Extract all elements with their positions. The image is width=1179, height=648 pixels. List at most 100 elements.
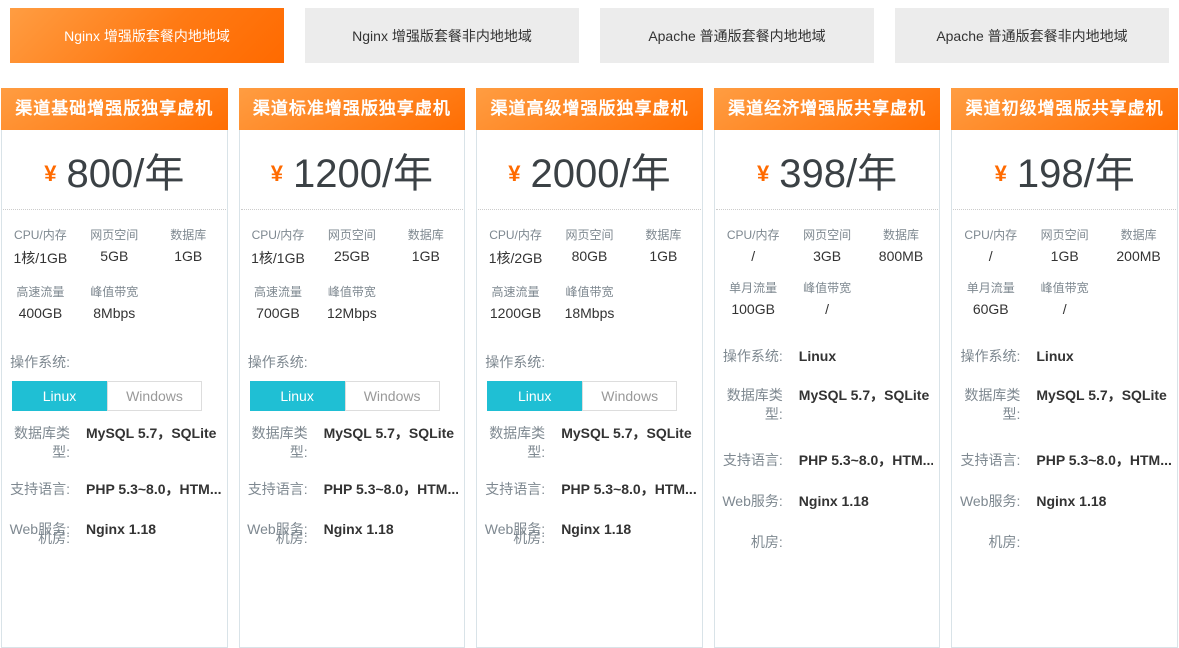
os-label: 操作系统: (952, 347, 1020, 366)
os-row: 操作系统: (240, 353, 465, 372)
plan-price: ¥ 398/年 (716, 130, 939, 210)
os-toggle: Linux Windows (12, 381, 227, 411)
language-label: 支持语言: (477, 480, 545, 499)
datacenter-row: 机房: (715, 533, 940, 552)
db-type-value: MySQL 5.7，SQLite (1036, 386, 1171, 424)
plan-title: 渠道经济增强版共享虚机 (714, 88, 941, 130)
spec-value: 1核/1GB (244, 246, 313, 268)
db-type-value: MySQL 5.7，SQLite (799, 386, 934, 424)
os-value: Linux (1036, 347, 1171, 366)
spec-label: 高速流量 (244, 283, 313, 300)
plan-price: ¥ 800/年 (3, 130, 226, 210)
db-type-label: 数据库类型: (715, 386, 783, 424)
datacenter-row: 机房: (477, 529, 702, 548)
spec-value: 3GB (788, 246, 867, 264)
db-type-value: MySQL 5.7，SQLite (86, 424, 221, 462)
language-row: 支持语言: PHP 5.3~8.0，HTM... (477, 480, 702, 499)
language-label: 支持语言: (240, 480, 308, 499)
spec-value: / (1025, 299, 1104, 317)
plan-price: ¥ 198/年 (953, 130, 1176, 210)
currency-symbol: ¥ (995, 161, 1007, 187)
price-amount: 2000/年 (531, 141, 671, 199)
tab-apache-basic-non-mainland[interactable]: Apache 普通版套餐非内地地域 (895, 8, 1169, 63)
db-type-value: MySQL 5.7，SQLite (324, 424, 459, 462)
plan-title: 渠道基础增强版独享虚机 (1, 88, 228, 130)
spec-label: CPU/内存 (719, 226, 788, 243)
plan-title: 渠道高级增强版独享虚机 (476, 88, 703, 130)
price-period: /年 (620, 152, 671, 196)
plan-card-basic: 渠道基础增强版独享虚机 ¥ 800/年 CPU/内存 网页空间 数据库 1核/1… (1, 88, 228, 648)
spec-value: / (956, 246, 1025, 264)
plan-title: 渠道初级增强版共享虚机 (951, 88, 1178, 130)
spec-value: 25GB (312, 246, 391, 268)
language-value: PHP 5.3~8.0，HTM... (561, 480, 696, 499)
db-type-row: 数据库类型: MySQL 5.7，SQLite (477, 424, 702, 462)
currency-symbol: ¥ (44, 161, 56, 187)
plan-tabs: Nginx 增强版套餐内地地域 Nginx 增强版套餐非内地地域 Apache … (0, 0, 1179, 63)
datacenter-row: 机房: (2, 529, 227, 548)
spec-label: 网页空间 (1025, 226, 1104, 243)
tab-nginx-enhanced-mainland[interactable]: Nginx 增强版套餐内地地域 (10, 8, 284, 63)
spec-label: 单月流量 (956, 279, 1025, 296)
spec-value: 12Mbps (312, 303, 391, 321)
spec-label: CPU/内存 (244, 226, 313, 243)
spec-value: / (788, 299, 867, 317)
os-linux-button[interactable]: Linux (487, 381, 582, 411)
spec-label: 峰值带宽 (312, 283, 391, 300)
db-type-label: 数据库类型: (477, 424, 545, 462)
spec-value: 8Mbps (75, 303, 154, 321)
tab-nginx-enhanced-non-mainland[interactable]: Nginx 增强版套餐非内地地域 (305, 8, 579, 63)
db-type-row: 数据库类型: MySQL 5.7，SQLite (2, 424, 227, 462)
price-period: /年 (1084, 152, 1135, 196)
os-label: 操作系统: (477, 353, 545, 372)
os-linux-button[interactable]: Linux (12, 381, 107, 411)
spec-value: 5GB (75, 246, 154, 268)
spec-value: 18Mbps (550, 303, 629, 321)
spec-label: 数据库 (1104, 226, 1173, 243)
spec-value: 1GB (391, 246, 460, 268)
language-row: 支持语言: PHP 5.3~8.0，HTM... (240, 480, 465, 499)
price-period: /年 (846, 152, 897, 196)
db-type-label: 数据库类型: (2, 424, 70, 462)
tab-apache-basic-mainland[interactable]: Apache 普通版套餐内地地域 (600, 8, 874, 63)
os-windows-button[interactable]: Windows (582, 381, 677, 411)
datacenter-value (799, 533, 934, 552)
db-type-label: 数据库类型: (952, 386, 1020, 424)
spec-grid: CPU/内存 网页空间 数据库 1核/1GB 25GB 1GB 高速流量 峰值带… (240, 210, 465, 327)
os-windows-button[interactable]: Windows (107, 381, 202, 411)
db-type-label: 数据库类型: (240, 424, 308, 462)
spec-label: 单月流量 (719, 279, 788, 296)
datacenter-label: 机房: (477, 529, 545, 548)
spec-value: 1GB (1025, 246, 1104, 264)
spec-label: 数据库 (391, 226, 460, 243)
price-amount: 198/年 (1017, 141, 1135, 199)
spec-label: 高速流量 (481, 283, 550, 300)
os-label: 操作系统: (2, 353, 70, 372)
plan-card-standard: 渠道标准增强版独享虚机 ¥ 1200/年 CPU/内存 网页空间 数据库 1核/… (239, 88, 466, 648)
spec-value: 100GB (719, 299, 788, 317)
os-row: 操作系统: Linux (715, 347, 940, 366)
plan-price: ¥ 1200/年 (241, 130, 464, 210)
os-row: 操作系统: (477, 353, 702, 372)
spec-grid: CPU/内存 网页空间 数据库 / 3GB 800MB 单月流量 峰值带宽 10… (715, 210, 940, 323)
datacenter-value (561, 529, 696, 548)
spec-label: 数据库 (154, 226, 223, 243)
spec-value: 800MB (867, 246, 936, 264)
spec-value: 1200GB (481, 303, 550, 321)
spec-grid: CPU/内存 网页空间 数据库 1核/2GB 80GB 1GB 高速流量 峰值带… (477, 210, 702, 327)
os-toggle: Linux Windows (250, 381, 465, 411)
os-linux-button[interactable]: Linux (250, 381, 345, 411)
spec-label: 峰值带宽 (550, 283, 629, 300)
plan-cards: 渠道基础增强版独享虚机 ¥ 800/年 CPU/内存 网页空间 数据库 1核/1… (0, 63, 1179, 648)
web-service-value: Nginx 1.18 (799, 492, 934, 511)
spec-value: / (719, 246, 788, 264)
web-service-row: Web服务: Nginx 1.18 (715, 492, 940, 511)
db-type-value: MySQL 5.7，SQLite (561, 424, 696, 462)
os-windows-button[interactable]: Windows (345, 381, 440, 411)
datacenter-row: 机房: (952, 533, 1177, 552)
language-row: 支持语言: PHP 5.3~8.0，HTM... (715, 451, 940, 470)
currency-symbol: ¥ (508, 161, 520, 187)
spec-label: 峰值带宽 (75, 283, 154, 300)
spec-label: 网页空间 (312, 226, 391, 243)
web-service-value: Nginx 1.18 (1036, 492, 1171, 511)
